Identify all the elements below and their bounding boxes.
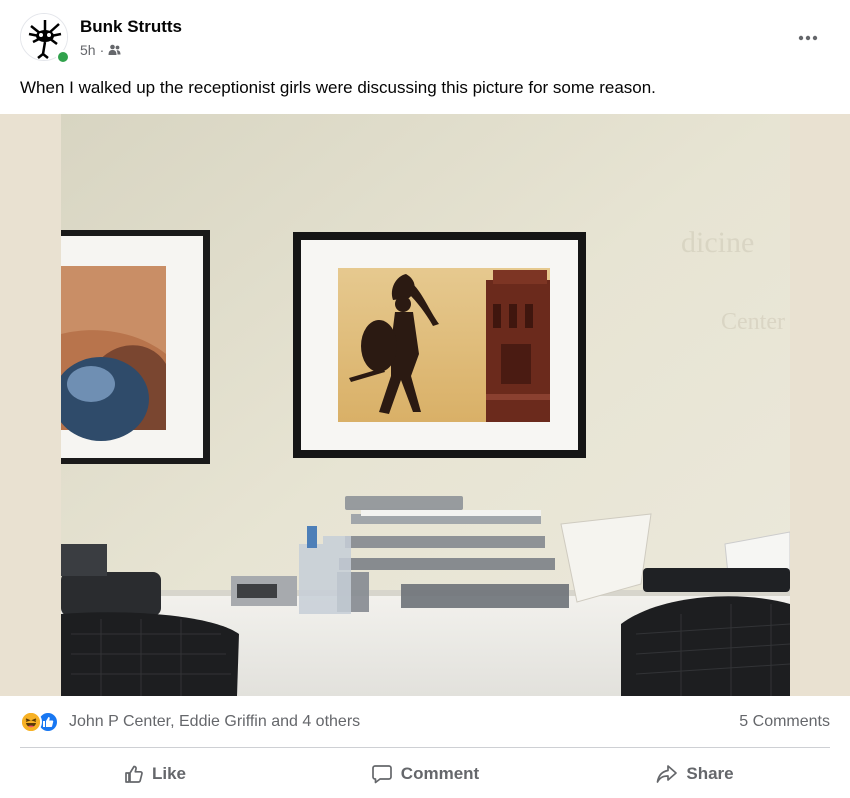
more-dots-icon [798, 35, 818, 41]
post-timestamp[interactable]: 5h [80, 42, 96, 58]
share-icon [657, 765, 678, 783]
reactions-summary[interactable]: John P Center, Eddie Griffin and 4 other… [20, 711, 360, 733]
reaction-icons [20, 711, 59, 733]
like-icon [125, 765, 143, 783]
online-status-dot [56, 50, 70, 64]
reaction-names[interactable]: John P Center, Eddie Griffin and 4 other… [69, 713, 360, 731]
actions-divider [20, 747, 830, 748]
comment-button[interactable]: Comment [290, 752, 560, 796]
share-label: Share [686, 764, 734, 783]
like-button[interactable]: Like [20, 752, 290, 796]
post-actions: Like Comment Share [20, 752, 830, 796]
comment-icon [371, 765, 392, 784]
post-meta: 5h · [80, 42, 121, 58]
friends-icon[interactable] [108, 44, 121, 56]
reactions-row: John P Center, Eddie Griffin and 4 other… [20, 707, 830, 737]
photo-image: dicine Center [61, 114, 790, 696]
svg-text:dicine: dicine [681, 226, 754, 259]
post-header: Bunk Strutts 5h · [0, 0, 850, 70]
post-photo[interactable]: dicine Center [0, 114, 850, 696]
author-name[interactable]: Bunk Strutts [80, 17, 182, 37]
comment-label: Comment [400, 764, 480, 783]
post-text: When I walked up the receptionist girls … [20, 78, 656, 97]
meta-separator: · [99, 42, 105, 58]
like-label: Like [151, 764, 187, 783]
svg-text:Center: Center [721, 309, 785, 335]
comments-count[interactable]: 5 Comments [739, 713, 830, 731]
share-button[interactable]: Share [560, 752, 830, 796]
more-options-button[interactable] [790, 22, 826, 54]
haha-reaction-icon [20, 711, 42, 733]
